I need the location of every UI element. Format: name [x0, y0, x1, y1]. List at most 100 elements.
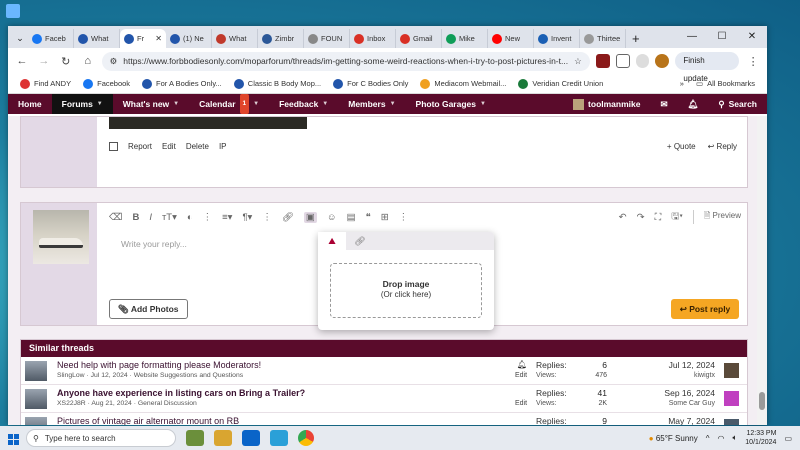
nav-home[interactable]: Home	[8, 94, 52, 114]
extensions-puzzle-icon[interactable]	[615, 54, 630, 68]
quote-link[interactable]: + Quote	[667, 142, 696, 151]
minimize-button[interactable]: —	[677, 26, 707, 48]
task-view-icon[interactable]	[186, 430, 204, 446]
more-options-icon[interactable]: ⋮	[399, 212, 409, 223]
post-image[interactable]	[109, 117, 307, 129]
eraser-icon[interactable]: ⌫	[109, 212, 122, 223]
site-info-icon[interactable]: ⚙	[110, 56, 118, 67]
close-button[interactable]: ✕	[737, 26, 767, 48]
by-url-tab-icon[interactable]: 🔗︎	[346, 232, 374, 250]
italic-icon[interactable]: I	[149, 212, 152, 223]
avatar[interactable]	[724, 363, 739, 378]
report-link[interactable]: Report	[128, 142, 152, 151]
user-account-menu[interactable]: toolmanmike	[563, 94, 650, 114]
nav-whats-new[interactable]: What's new ▼	[113, 94, 189, 114]
browser-tab[interactable]: Inbox	[350, 29, 396, 48]
reload-icon[interactable]: ↻	[58, 55, 74, 68]
reply-link[interactable]: ↩ Reply	[708, 142, 737, 151]
last-post-date[interactable]: May 7, 2024	[668, 416, 715, 425]
thread-thumbnail[interactable]	[25, 361, 47, 381]
weather-widget[interactable]: ● 65°F Sunny	[649, 434, 698, 443]
alerts-bell-icon[interactable]: 🔔︎	[678, 94, 709, 114]
add-photos-button[interactable]: 📎︎ Add Photos	[109, 299, 188, 319]
chevron-up-icon[interactable]: ^	[706, 434, 710, 443]
store-icon[interactable]	[270, 430, 288, 446]
url-text[interactable]: https://www.forbbodiesonly.com/moparforu…	[123, 56, 568, 66]
edit-link[interactable]: Edit	[515, 400, 527, 407]
post-reply-button[interactable]: ↩ Post reply	[671, 299, 739, 319]
delete-link[interactable]: Delete	[186, 142, 209, 151]
tab-search-dropdown[interactable]: ⌄	[12, 29, 28, 48]
address-bar[interactable]: ⚙ https://www.forbbodiesonly.com/moparfo…	[101, 51, 590, 71]
chevron-down-icon[interactable]: ▼	[97, 94, 103, 114]
search-button[interactable]: ⚲ Search	[708, 94, 767, 114]
more-options-icon[interactable]: ⋮	[203, 212, 213, 223]
chevron-down-icon[interactable]: ▼	[390, 94, 396, 114]
close-tab-icon[interactable]: ✕	[155, 34, 162, 43]
start-button[interactable]	[0, 431, 26, 445]
thread-title-link[interactable]: Pictures of vintage air alternator mount…	[57, 416, 239, 425]
browser-tab[interactable]: Mike	[442, 29, 488, 48]
reply-textarea[interactable]: Write your reply...	[121, 239, 187, 249]
drafts-icon[interactable]: 🖫︎▾	[671, 209, 683, 225]
home-icon[interactable]: ⌂	[80, 55, 96, 67]
bookmark-item[interactable]: For C Bodies Only	[333, 78, 408, 89]
wifi-icon[interactable]: ◠	[717, 434, 724, 443]
bell-icon[interactable]: 🔔︎	[515, 360, 529, 369]
redo-icon[interactable]: ↷	[637, 212, 645, 223]
all-bookmarks-button[interactable]: ▭ All Bookmarks	[696, 79, 755, 88]
text-size-icon[interactable]: тT▾	[162, 212, 177, 223]
nav-photo-garages[interactable]: Photo Garages ▼	[406, 94, 496, 114]
thread-thumbnail[interactable]	[25, 417, 47, 425]
nav-calendar[interactable]: Calendar 1 ▼	[189, 94, 269, 114]
chevron-down-icon[interactable]: ▼	[173, 94, 179, 114]
browser-tab[interactable]: Invent	[534, 29, 580, 48]
fullscreen-icon[interactable]: ⛶	[655, 212, 662, 223]
thread-thumbnail[interactable]	[25, 389, 47, 409]
bookmark-item[interactable]: Find ANDY	[20, 78, 71, 89]
bookmark-item[interactable]: Facebook	[83, 78, 130, 89]
undo-icon[interactable]: ↶	[619, 212, 627, 223]
chevron-down-icon[interactable]: ▼	[253, 94, 259, 114]
table-icon[interactable]: ⊞	[381, 212, 389, 223]
chevron-down-icon[interactable]: ▼	[480, 94, 486, 114]
extension-icon[interactable]	[595, 54, 610, 68]
profile-avatar-icon[interactable]	[635, 54, 650, 68]
back-icon[interactable]: ←	[14, 55, 30, 67]
bookmark-item[interactable]: Veridian Credit Union	[518, 78, 603, 89]
align-icon[interactable]: ≡▾	[222, 212, 232, 223]
new-tab-button[interactable]: +	[626, 29, 646, 48]
drop-image-area[interactable]: Drop image (Or click here)	[330, 263, 482, 318]
ip-link[interactable]: IP	[219, 142, 227, 151]
profile-picture-icon[interactable]	[655, 54, 670, 68]
last-post-date[interactable]: Sep 16, 2024	[664, 388, 715, 398]
last-post-date[interactable]: Jul 12, 2024	[669, 360, 715, 370]
edit-link[interactable]: Edit	[162, 142, 176, 151]
upload-tab-icon[interactable]: ⛰	[318, 232, 346, 250]
browser-tab[interactable]: (1) Ne	[166, 29, 212, 48]
paragraph-icon[interactable]: ¶▾	[242, 212, 252, 223]
bookmark-item[interactable]: For A Bodies Only...	[142, 78, 222, 89]
browser-tab[interactable]: Zimbr	[258, 29, 304, 48]
avatar[interactable]	[724, 391, 739, 406]
clock[interactable]: 12:33 PM 10/1/2024	[745, 429, 776, 447]
bookmark-item[interactable]: Mediacom Webmail...	[420, 78, 506, 89]
last-poster[interactable]: Some Car Guy	[669, 400, 715, 407]
bookmarks-overflow-button[interactable]: »	[680, 79, 684, 88]
bold-icon[interactable]: B	[132, 212, 139, 223]
edit-link[interactable]: Edit	[515, 372, 527, 379]
preview-button[interactable]: 🗎︎ Preview	[692, 210, 741, 224]
thread-title-link[interactable]: Need help with page formatting please Mo…	[57, 360, 261, 370]
insert-image-icon[interactable]: ▣	[303, 211, 317, 223]
forward-icon[interactable]: →	[36, 55, 52, 67]
speaker-icon[interactable]: 🔈︎	[732, 433, 737, 443]
bookmark-item[interactable]: Classic B Body Mop...	[233, 78, 321, 89]
quote-icon[interactable]: ❝	[366, 212, 371, 223]
browser-tab[interactable]: Thirtee	[580, 29, 626, 48]
taskbar-search[interactable]: ⚲ Type here to search	[26, 429, 176, 447]
browser-tab[interactable]: What	[212, 29, 258, 48]
finish-update-button[interactable]: Finish update	[675, 52, 740, 83]
palette-icon[interactable]: ◐	[187, 212, 193, 223]
select-post-checkbox[interactable]	[109, 142, 118, 151]
thread-title-link[interactable]: Anyone have experience in listing cars o…	[57, 388, 305, 398]
